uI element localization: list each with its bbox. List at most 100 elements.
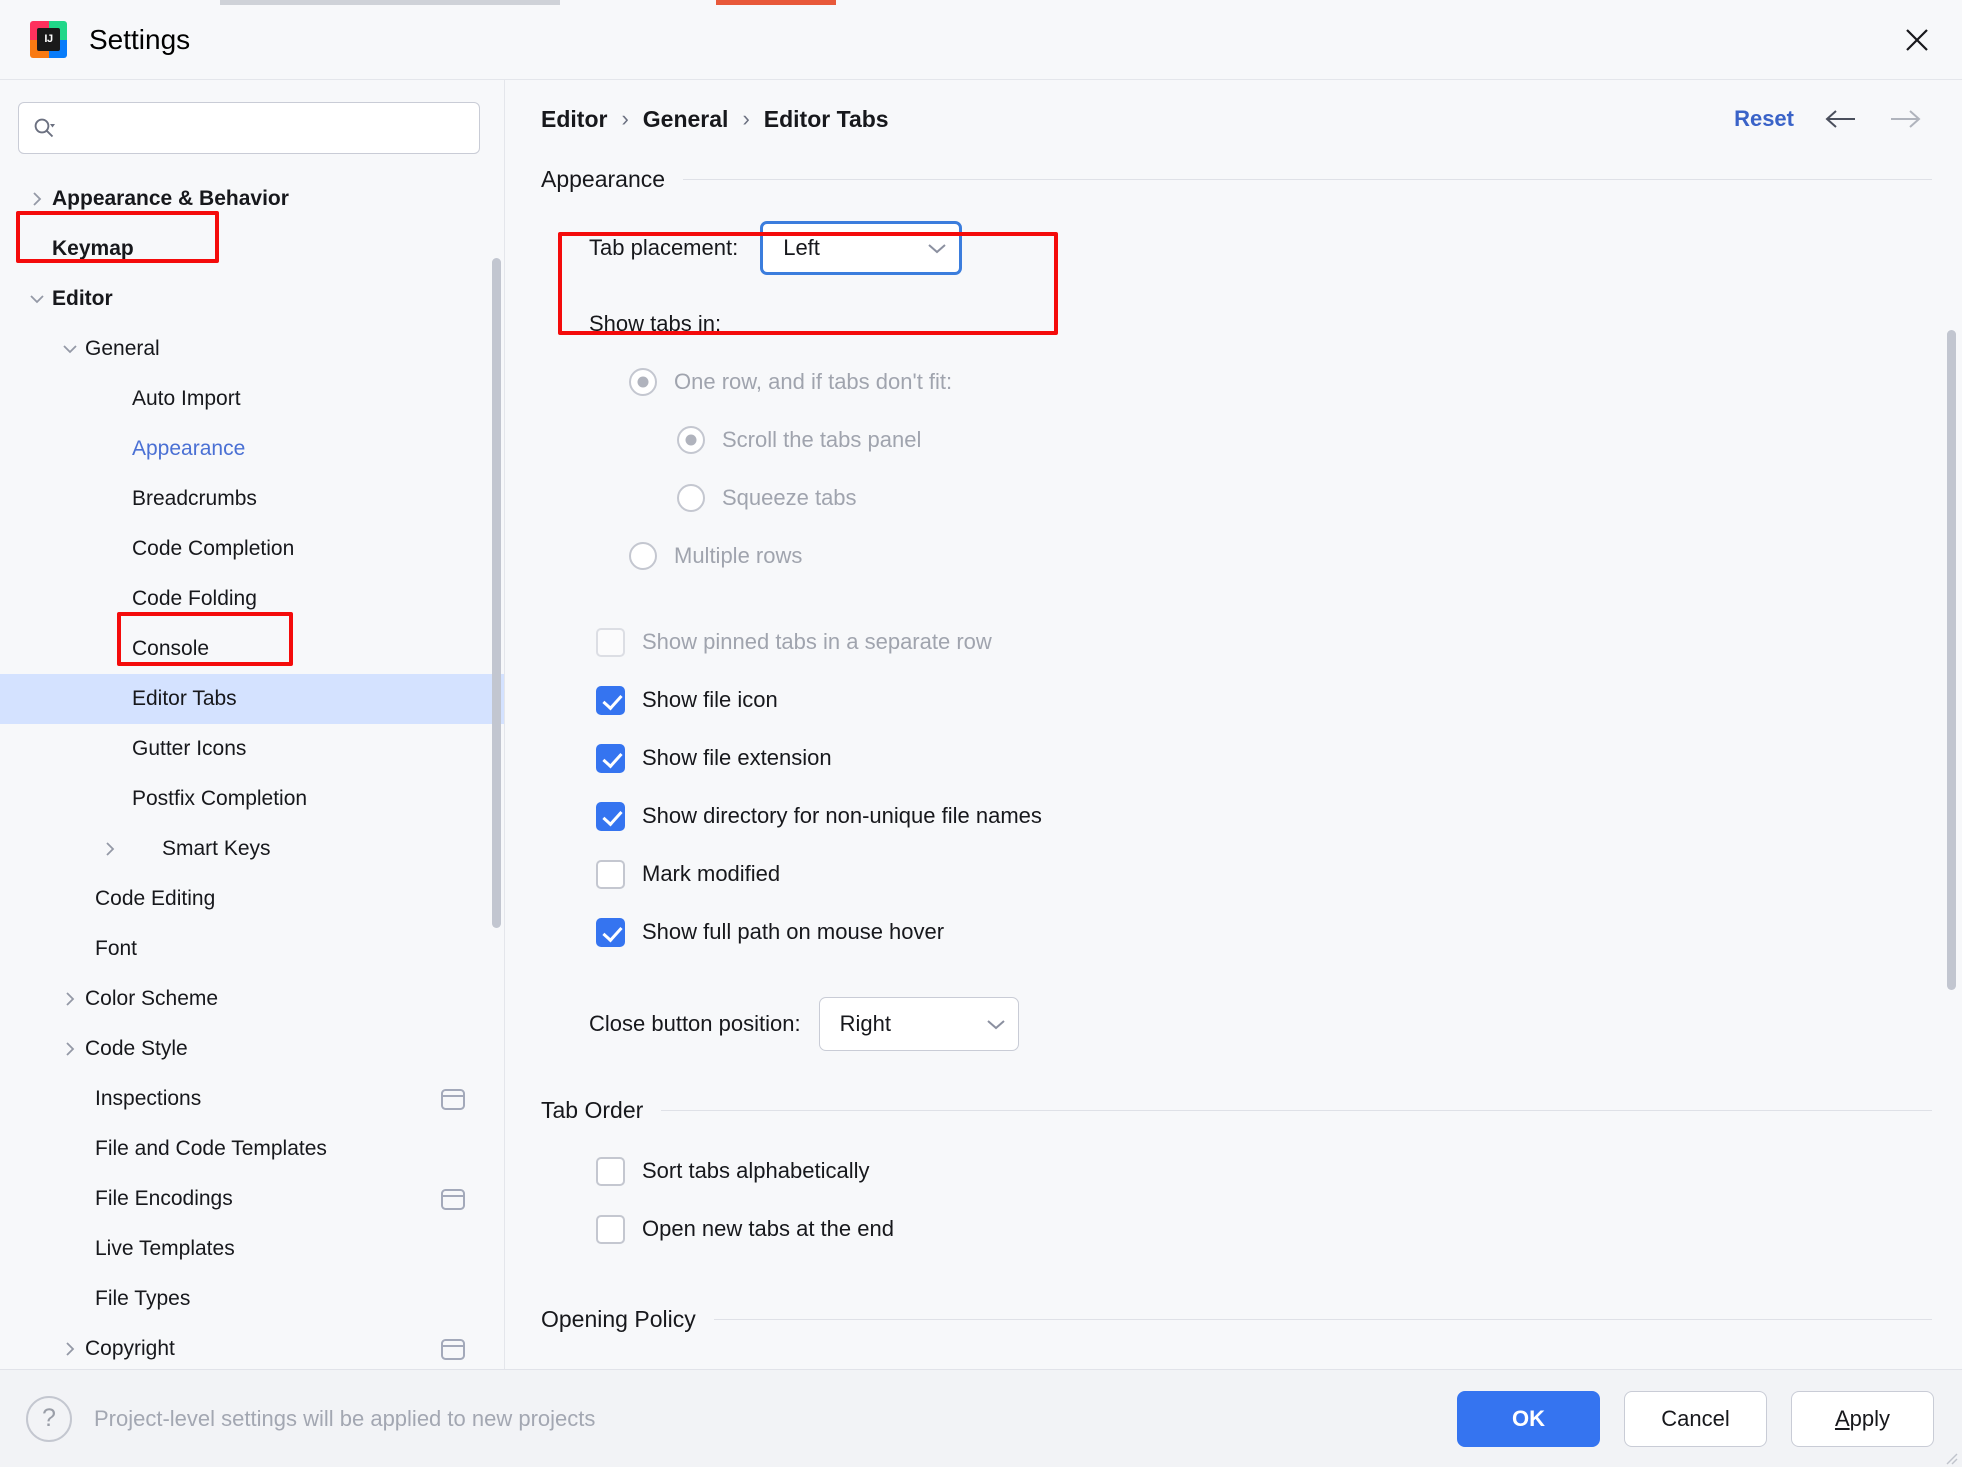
sidebar-item-breadcrumbs[interactable]: Breadcrumbs	[0, 474, 505, 524]
tab-placement-row: Tab placement: Left	[589, 221, 1962, 275]
radio-button[interactable]	[677, 484, 705, 512]
sidebar-item-label: Editor	[52, 287, 113, 310]
checkbox[interactable]	[596, 1156, 625, 1186]
close-button-position-value: Right	[839, 1011, 891, 1036]
checkbox[interactable]	[596, 859, 625, 889]
tab-placement-dropdown[interactable]: Left	[760, 221, 963, 275]
radio-row[interactable]: Squeeze tabs	[541, 469, 1962, 527]
arrow-left-icon[interactable]	[1820, 99, 1860, 139]
sidebar-item-label: Smart Keys	[162, 837, 271, 860]
main-scrollbar-thumb[interactable]	[1947, 330, 1956, 990]
settings-sidebar: Appearance & Behavior Keymap Editor General…	[0, 80, 505, 1369]
sidebar-item-code-editing[interactable]: Code Editing	[0, 874, 505, 924]
checkbox[interactable]	[596, 801, 625, 831]
tab-order-checkbox-group[interactable]: Sort tabs alphabetically Open new tabs at…	[541, 1142, 1962, 1258]
sidebar-item-gutter-icons[interactable]: Gutter Icons	[0, 724, 505, 774]
sidebar-item-smart-keys[interactable]: Smart Keys	[0, 824, 505, 874]
sidebar-item-file-and-code-templates[interactable]: File and Code Templates	[0, 1124, 505, 1174]
chevron-down-icon[interactable]	[55, 341, 85, 357]
checkbox[interactable]	[596, 685, 625, 715]
radio-row[interactable]: Scroll the tabs panel	[541, 411, 1962, 469]
sidebar-item-file-encodings[interactable]: File Encodings	[0, 1174, 505, 1224]
chevron-right-icon[interactable]	[55, 991, 85, 1007]
checkbox-label: Sort tabs alphabetically	[642, 1158, 870, 1183]
checkbox-row[interactable]: Show file extension	[541, 729, 1962, 787]
breadcrumb-item[interactable]: Editor Tabs	[764, 106, 889, 133]
chevron-right-icon[interactable]	[55, 1041, 85, 1057]
checkbox[interactable]	[596, 1214, 625, 1244]
search-icon	[33, 117, 55, 139]
checkbox-row[interactable]: Open new tabs at the end	[541, 1200, 1962, 1258]
section-divider-line	[683, 179, 1932, 180]
search-input[interactable]	[65, 116, 465, 140]
chevron-down-icon	[927, 242, 947, 255]
ok-button[interactable]: OK	[1457, 1390, 1600, 1447]
chevron-down-icon[interactable]	[22, 291, 52, 307]
checkbox-row[interactable]: Show pinned tabs in a separate row	[541, 613, 1962, 671]
close-button-position-row: Close button position: Right	[589, 997, 1962, 1051]
radio-button[interactable]	[629, 542, 657, 570]
chevron-right-icon[interactable]	[55, 1341, 85, 1357]
arrow-right-icon[interactable]	[1886, 99, 1926, 139]
checkbox-row[interactable]: Sort tabs alphabetically	[541, 1142, 1962, 1200]
close-icon[interactable]	[1894, 17, 1940, 63]
sidebar-item-code-style[interactable]: Code Style	[0, 1024, 505, 1074]
sidebar-item-console[interactable]: Console	[0, 624, 505, 674]
sidebar-item-label: Gutter Icons	[132, 737, 247, 760]
checkbox[interactable]	[596, 743, 625, 773]
appearance-section-title: Appearance	[541, 166, 666, 192]
sidebar-item-keymap[interactable]: Keymap	[0, 224, 505, 274]
breadcrumb-item[interactable]: General	[643, 106, 729, 133]
sidebar-item-live-templates[interactable]: Live Templates	[0, 1224, 505, 1274]
checkbox-row[interactable]: Show directory for non-unique file names	[541, 787, 1962, 845]
settings-tree[interactable]: Appearance & Behavior Keymap Editor General…	[0, 162, 505, 1369]
search-box[interactable]	[18, 102, 480, 154]
resize-grip-icon[interactable]	[1942, 1449, 1958, 1465]
checkbox-row[interactable]: Show file icon	[541, 671, 1962, 729]
radio-button[interactable]	[677, 426, 705, 454]
sidebar-item-label: Console	[132, 637, 210, 660]
checkbox-row[interactable]: Mark modified	[541, 845, 1962, 903]
sidebar-item-inspections[interactable]: Inspections	[0, 1074, 505, 1124]
sidebar-item-auto-import[interactable]: Auto Import	[0, 374, 505, 424]
radio-row[interactable]: Multiple rows	[541, 527, 1962, 585]
checkbox[interactable]	[596, 627, 625, 657]
sidebar-scrollbar-thumb[interactable]	[492, 258, 501, 928]
checkbox-label: Show file extension	[642, 745, 832, 770]
section-divider-line	[713, 1319, 1932, 1320]
checkbox-row[interactable]: Show full path on mouse hover	[541, 903, 1962, 961]
radio-button[interactable]	[629, 368, 657, 396]
top-accent-strip	[0, 0, 1962, 5]
breadcrumb-item[interactable]: Editor	[541, 106, 607, 133]
sidebar-item-editor[interactable]: Editor	[0, 274, 505, 324]
sidebar-item-copyright[interactable]: Copyright	[0, 1324, 505, 1369]
sidebar-item-postfix-completion[interactable]: Postfix Completion	[0, 774, 505, 824]
appearance-checkbox-group[interactable]: Show pinned tabs in a separate row Show f…	[541, 613, 1962, 961]
cancel-button[interactable]: Cancel	[1624, 1390, 1767, 1447]
close-button-position-dropdown[interactable]: Right	[818, 997, 1019, 1051]
apply-button[interactable]: Apply	[1791, 1390, 1934, 1447]
search-container	[0, 80, 505, 162]
sidebar-item-color-scheme[interactable]: Color Scheme	[0, 974, 505, 1024]
chevron-right-icon[interactable]	[95, 841, 125, 857]
radio-label: Squeeze tabs	[722, 485, 857, 510]
checkbox-label: Show pinned tabs in a separate row	[642, 629, 992, 654]
breadcrumb[interactable]: Editor › General › Editor Tabs	[541, 106, 889, 133]
title-bar: IJ Settings	[0, 0, 1962, 80]
reset-button[interactable]: Reset	[1734, 106, 1794, 132]
sidebar-item-code-folding[interactable]: Code Folding	[0, 574, 505, 624]
question-mark-icon[interactable]: ?	[26, 1395, 72, 1442]
breadcrumb-separator: ›	[621, 106, 629, 131]
sidebar-item-font[interactable]: Font	[0, 924, 505, 974]
tab-order-section-header: Tab Order	[541, 1097, 1962, 1124]
radio-row[interactable]: One row, and if tabs don't fit:	[541, 353, 1962, 411]
checkbox[interactable]	[596, 917, 625, 947]
show-tabs-in-radio-group[interactable]: One row, and if tabs don't fit: Scroll th…	[541, 353, 1962, 585]
chevron-right-icon[interactable]	[22, 191, 52, 207]
sidebar-item-appearance[interactable]: Appearance	[0, 424, 505, 474]
sidebar-item-appearance-behavior[interactable]: Appearance & Behavior	[0, 174, 505, 224]
sidebar-item-file-types[interactable]: File Types	[0, 1274, 505, 1324]
sidebar-item-general[interactable]: General	[0, 324, 505, 374]
sidebar-item-editor-tabs[interactable]: Editor Tabs	[0, 674, 505, 724]
sidebar-item-code-completion[interactable]: Code Completion	[0, 524, 505, 574]
